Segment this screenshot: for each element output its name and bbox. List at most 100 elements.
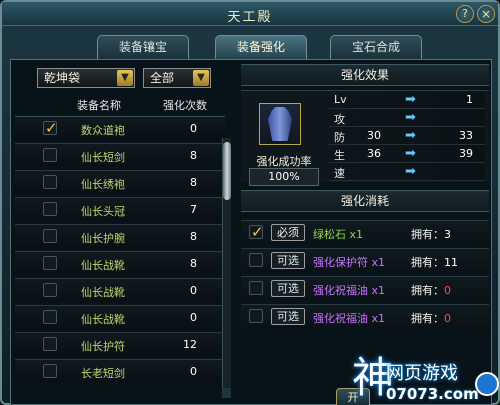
equipment-checkbox[interactable] xyxy=(43,310,57,324)
success-rate-value: 100% xyxy=(249,168,319,186)
stat-row-level: Lv ➡ 1 xyxy=(329,91,485,109)
equipment-row[interactable]: 仙长短剑 8 xyxy=(15,143,225,167)
bag-select-value: 乾坤袋 xyxy=(44,71,81,85)
equipment-name: 仙长护腕 xyxy=(81,232,125,245)
equipment-checkbox[interactable] xyxy=(43,148,57,162)
stat-row-defense: 防 30 ➡ 33 xyxy=(329,127,485,145)
chevron-down-icon: ▼ xyxy=(117,70,133,86)
stat-before: 30 xyxy=(367,129,381,142)
material-name: 强化保护符 x1 xyxy=(313,256,386,269)
equipment-row[interactable]: 仙长战靴 0 xyxy=(15,305,225,329)
owned-count: 拥有：11 xyxy=(411,254,458,270)
equipment-checkbox[interactable] xyxy=(43,283,57,297)
check-icon[interactable] xyxy=(43,119,58,137)
optional-material-checkbox[interactable] xyxy=(249,253,263,267)
tab-equipment-enhance[interactable]: 装备强化 xyxy=(215,35,307,59)
enhance-count: 8 xyxy=(190,176,197,189)
enhance-count: 0 xyxy=(190,365,197,378)
enhance-effect-box: 强化成功率 100% Lv ➡ 1 攻 ➡ 防 30 ➡ 33 生 36 ➡ 3… xyxy=(241,90,489,186)
stat-row-health: 生 36 ➡ 39 xyxy=(329,145,485,163)
owned-value: 0 xyxy=(444,312,451,325)
cost-row[interactable]: 必须 绿松石 x1 拥有：3 xyxy=(241,220,489,244)
optional-tag: 可选 xyxy=(271,252,305,269)
right-arrow-icon: ➡ xyxy=(405,146,416,161)
equipment-checkbox[interactable] xyxy=(43,202,57,216)
enhance-count: 8 xyxy=(190,149,197,162)
material-name: 强化祝福油 x1 xyxy=(313,312,386,325)
material-name: 强化祝福油 x1 xyxy=(313,284,386,297)
equipment-name: 仙长短剑 xyxy=(81,151,125,164)
right-arrow-icon: ➡ xyxy=(405,128,416,143)
equipment-name: 仙长战靴 xyxy=(81,313,125,326)
owned-value: 0 xyxy=(444,284,451,297)
right-arrow-icon: ➡ xyxy=(405,110,416,125)
check-icon[interactable] xyxy=(249,223,264,241)
equipment-checkbox[interactable] xyxy=(43,256,57,270)
stat-after: 1 xyxy=(466,93,473,106)
cost-row[interactable]: 可选 强化祝福油 x1 拥有：0 xyxy=(241,276,489,300)
tab-gem-synthesis[interactable]: 宝石合成 xyxy=(330,35,422,59)
selected-equipment-slot[interactable] xyxy=(259,103,301,145)
equipment-checkbox[interactable] xyxy=(43,229,57,243)
equipment-row[interactable]: 仙长战靴 8 xyxy=(15,251,225,275)
stat-before: 36 xyxy=(367,147,381,160)
watermark-badge-icon xyxy=(475,372,499,396)
help-button[interactable]: ? xyxy=(456,5,474,23)
equipment-name: 长老短剑 xyxy=(81,367,125,380)
list-filters: 乾坤袋 ▼ 全部 ▼ xyxy=(15,64,235,88)
equipment-checkbox[interactable] xyxy=(43,175,57,189)
equipment-list-scrollbar[interactable] xyxy=(222,138,231,388)
enhance-count: 0 xyxy=(190,284,197,297)
required-tag: 必须 xyxy=(271,224,305,241)
material-name: 绿松石 x1 xyxy=(313,228,364,241)
scrollbar-thumb[interactable] xyxy=(223,142,231,200)
equipment-checkbox[interactable] xyxy=(43,364,57,378)
type-filter-select[interactable]: 全部 ▼ xyxy=(143,68,211,88)
type-filter-value: 全部 xyxy=(150,71,175,85)
close-button[interactable]: × xyxy=(477,5,495,23)
owned-count: 拥有：0 xyxy=(411,282,451,298)
optional-material-checkbox[interactable] xyxy=(249,309,263,323)
equipment-name: 数众道袍 xyxy=(81,124,125,137)
equipment-row[interactable]: 仙长护腕 8 xyxy=(15,224,225,248)
equipment-row[interactable]: 仙长头冠 7 xyxy=(15,197,225,221)
owned-value: 3 xyxy=(444,228,451,241)
optional-tag: 可选 xyxy=(271,308,305,325)
equipment-checkbox[interactable] xyxy=(43,337,57,351)
equipment-name: 仙长绣袍 xyxy=(81,178,125,191)
watermark-domain: 07073.com xyxy=(386,385,479,403)
enhance-count: 0 xyxy=(190,311,197,324)
cost-row[interactable]: 可选 强化祝福油 x1 拥有：0 xyxy=(241,304,489,328)
optional-material-checkbox[interactable] xyxy=(249,281,263,295)
equipment-row[interactable]: 长老短剑 0 xyxy=(15,359,225,383)
equipment-name: 仙长战靴 xyxy=(81,286,125,299)
chevron-down-icon: ▼ xyxy=(193,70,209,86)
scrollbar-bottom-arrow[interactable] xyxy=(222,388,231,398)
stat-row-attack: 攻 ➡ xyxy=(329,109,485,127)
stat-label: 速 xyxy=(334,167,345,180)
enhance-count: 0 xyxy=(190,122,197,135)
equipment-row[interactable]: 仙长护符 12 xyxy=(15,332,225,356)
equipment-name: 仙长护符 xyxy=(81,340,125,353)
stat-label: 攻 xyxy=(334,113,345,126)
equipment-row[interactable]: 仙长绣袍 8 xyxy=(15,170,225,194)
owned-label: 拥有： xyxy=(411,228,444,241)
equipment-row[interactable]: 仙长战靴 0 xyxy=(15,278,225,302)
enhance-count-header: 强化次数 xyxy=(163,99,207,112)
bag-select[interactable]: 乾坤袋 ▼ xyxy=(37,68,135,88)
success-rate-label: 强化成功率 xyxy=(256,155,312,168)
cost-row[interactable]: 可选 强化保护符 x1 拥有：11 xyxy=(241,248,489,272)
stat-after: 33 xyxy=(459,129,473,142)
right-arrow-icon: ➡ xyxy=(405,164,416,179)
tab-equipment-socket[interactable]: 装备镶宝 xyxy=(97,35,189,59)
equipment-name: 仙长头冠 xyxy=(81,205,125,218)
stat-label: 防 xyxy=(334,131,345,144)
owned-value: 11 xyxy=(444,256,458,269)
forge-window: 天工殿 ? × 装备镶宝 装备强化 宝石合成 乾坤袋 ▼ 全部 ▼ 装备名称 强… xyxy=(0,0,500,405)
enhance-cost-title: 强化消耗 xyxy=(241,190,489,212)
watermark-site-name: 网页游戏 xyxy=(386,363,458,384)
owned-label: 拥有： xyxy=(411,284,444,297)
title-bar: 天工殿 ? × xyxy=(2,2,498,26)
equipment-row[interactable]: 数众道袍 0 xyxy=(15,116,225,140)
stat-label: 生 xyxy=(334,149,345,162)
